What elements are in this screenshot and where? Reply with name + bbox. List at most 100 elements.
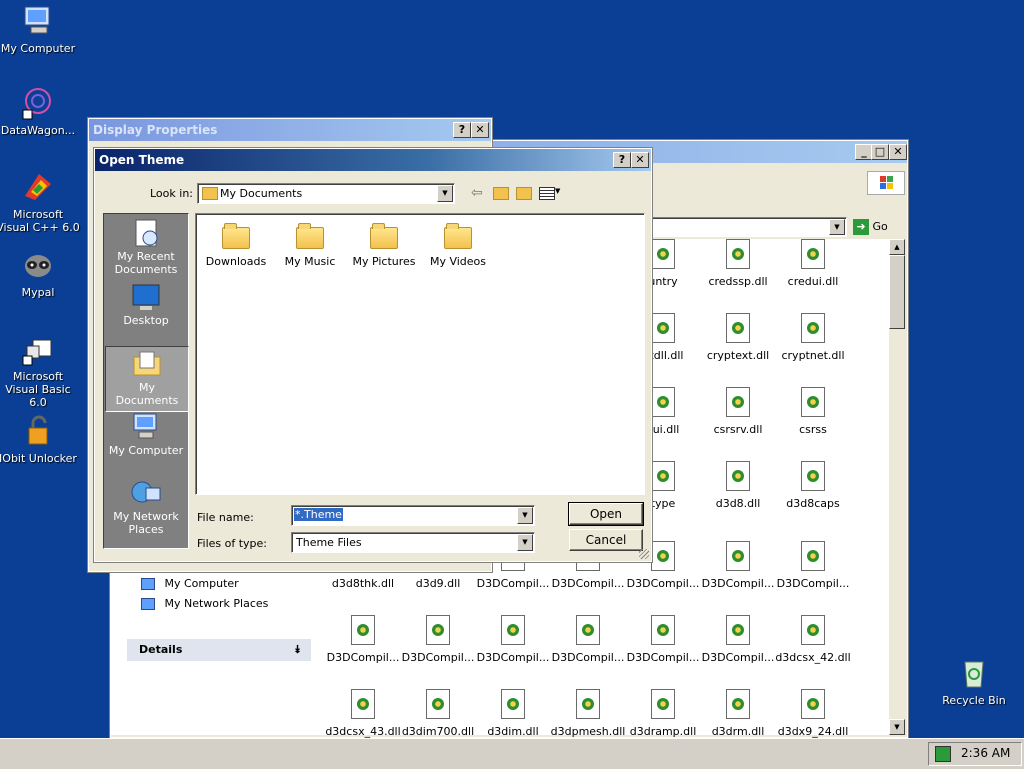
chevron-down-icon[interactable]: ▼ bbox=[517, 507, 533, 524]
explorer-file-item[interactable]: D3DCompil... bbox=[700, 615, 776, 664]
desktop-icon-label: Microsoft Visual C++ 6.0 bbox=[0, 208, 80, 234]
dll-file-icon bbox=[351, 615, 375, 645]
explorer-file-item[interactable]: D3DCompil... bbox=[700, 541, 776, 590]
place-label: My Computer bbox=[108, 444, 184, 457]
folder-label: My Pictures bbox=[352, 255, 416, 268]
desktop-icon-my-computer[interactable]: My Computer bbox=[0, 4, 80, 55]
place-my-network-places[interactable]: My Network Places bbox=[108, 478, 184, 536]
explorer-file-label: D3DCompil... bbox=[701, 651, 775, 664]
dll-file-icon bbox=[801, 689, 825, 719]
explorer-file-label: d3dramp.dll bbox=[629, 725, 697, 738]
explorer-file-item[interactable]: d3dcsx_43.dll bbox=[325, 689, 401, 738]
files-of-type-value: Theme Files bbox=[296, 536, 362, 549]
desktop-icon-datawagon[interactable]: DataWagon... bbox=[0, 86, 80, 137]
resize-grip-icon[interactable] bbox=[639, 549, 649, 559]
chevron-down-icon[interactable]: ▼ bbox=[437, 185, 453, 202]
explorer-file-item[interactable]: d3dramp.dll bbox=[625, 689, 701, 738]
explorer-file-label: D3DCompil... bbox=[551, 577, 625, 590]
explorer-file-label: d3d8.dll bbox=[715, 497, 761, 510]
close-button[interactable]: ✕ bbox=[631, 152, 649, 168]
explorer-file-label: D3DCompil... bbox=[776, 577, 850, 590]
open-button[interactable]: Open bbox=[568, 502, 644, 526]
back-icon[interactable]: ⇦ bbox=[471, 185, 483, 201]
explorer-file-item[interactable]: credssp.dll bbox=[700, 239, 776, 288]
dll-file-icon bbox=[726, 541, 750, 571]
explorer-file-item[interactable]: D3DCompil... bbox=[475, 615, 551, 664]
explorer-file-item[interactable]: credui.dll bbox=[775, 239, 851, 288]
desktop-icon-label: Recycle Bin bbox=[942, 694, 1006, 707]
explorer-file-item[interactable]: d3d8caps bbox=[775, 461, 851, 510]
view-menu-icon[interactable] bbox=[539, 187, 555, 200]
explorer-file-item[interactable]: D3DCompil... bbox=[325, 615, 401, 664]
explorer-file-item[interactable]: D3DCompil... bbox=[625, 615, 701, 664]
dll-file-icon bbox=[576, 689, 600, 719]
chevron-down-icon[interactable]: ▼ bbox=[517, 534, 533, 551]
dll-file-icon bbox=[726, 239, 750, 269]
dll-file-icon bbox=[801, 541, 825, 571]
place-desktop[interactable]: Desktop bbox=[108, 282, 184, 327]
explorer-file-item[interactable]: csrss bbox=[775, 387, 851, 436]
explorer-file-label: D3DCompil... bbox=[626, 577, 700, 590]
raccoon-icon bbox=[21, 248, 55, 282]
folder-icon bbox=[202, 187, 218, 200]
computer-icon bbox=[130, 412, 162, 442]
explorer-file-item[interactable]: D3DCompil... bbox=[400, 615, 476, 664]
place-my-computer[interactable]: My Computer bbox=[108, 412, 184, 457]
cancel-button[interactable]: Cancel bbox=[569, 529, 643, 551]
explorer-file-item[interactable]: d3drm.dll bbox=[700, 689, 776, 738]
place-my-documents[interactable]: My Documents bbox=[105, 346, 189, 412]
display-properties-titlebar: Display Properties bbox=[89, 119, 491, 141]
dll-file-icon bbox=[501, 689, 525, 719]
dll-file-icon bbox=[651, 689, 675, 719]
open-theme-title: Open Theme bbox=[99, 153, 185, 167]
files-of-type-label: Files of type: bbox=[197, 537, 268, 550]
taskbar bbox=[0, 738, 1024, 769]
folder-my-music[interactable]: My Music bbox=[272, 222, 348, 268]
file-name-value: *.Theme bbox=[294, 508, 343, 521]
desktop-icon-visual-basic[interactable]: Microsoft Visual Basic 6.0 bbox=[0, 332, 80, 409]
desktop-icon-iobit-unlocker[interactable]: IObit Unlocker bbox=[0, 414, 80, 465]
help-button[interactable]: ? bbox=[453, 122, 471, 138]
explorer-file-item[interactable]: d3dpmesh.dll bbox=[550, 689, 626, 738]
explorer-file-item[interactable]: d3dcsx_42.dll bbox=[775, 615, 851, 664]
system-tray: 2:36 AM bbox=[928, 742, 1022, 766]
explorer-file-item[interactable]: D3DCompil... bbox=[550, 615, 626, 664]
new-folder-icon[interactable] bbox=[516, 187, 532, 200]
explorer-file-label: D3DCompil... bbox=[626, 651, 700, 664]
explorer-file-item[interactable]: d3d8.dll bbox=[700, 461, 776, 510]
desktop-icon-mypal[interactable]: Mypal bbox=[0, 248, 80, 299]
close-button[interactable]: ✕ bbox=[471, 122, 489, 138]
help-button[interactable]: ? bbox=[613, 152, 631, 168]
open-theme-dialog: Open Theme ? ✕ Look in: My Documents ▼ ⇦… bbox=[93, 147, 653, 563]
place-my-recent-documents[interactable]: My Recent Documents bbox=[108, 218, 184, 276]
folder-downloads[interactable]: Downloads bbox=[198, 222, 274, 268]
chevron-down-icon[interactable]: ▼ bbox=[555, 187, 560, 195]
explorer-file-item[interactable]: cryptnet.dll bbox=[775, 313, 851, 362]
tray-app-icon[interactable] bbox=[935, 746, 951, 762]
desktop-icon-label: Microsoft Visual Basic 6.0 bbox=[5, 370, 71, 409]
network-places-icon bbox=[130, 478, 162, 508]
desktop-icon-label: Mypal bbox=[21, 286, 55, 299]
explorer-file-item[interactable]: d3dx9_24.dll bbox=[775, 689, 851, 738]
music-folder-icon bbox=[296, 223, 324, 249]
videos-folder-icon bbox=[444, 223, 472, 249]
dll-file-icon bbox=[576, 615, 600, 645]
desktop-icon-label: DataWagon... bbox=[0, 124, 76, 137]
folder-my-pictures[interactable]: My Pictures bbox=[346, 222, 422, 268]
unlock-icon bbox=[21, 414, 55, 448]
place-label: My Network Places bbox=[113, 510, 179, 536]
explorer-file-item[interactable]: cryptext.dll bbox=[700, 313, 776, 362]
desktop-icon-visual-cpp[interactable]: Microsoft Visual C++ 6.0 bbox=[0, 170, 80, 234]
desktop-icon-recycle-bin[interactable]: Recycle Bin bbox=[932, 656, 1016, 707]
explorer-file-label: cryptext.dll bbox=[706, 349, 770, 362]
explorer-file-item[interactable]: D3DCompil... bbox=[775, 541, 851, 590]
explorer-file-item[interactable]: d3dim.dll bbox=[475, 689, 551, 738]
files-of-type-select[interactable]: Theme Files ▼ bbox=[291, 532, 535, 553]
explorer-file-item[interactable]: csrsrv.dll bbox=[700, 387, 776, 436]
up-folder-icon[interactable] bbox=[493, 187, 509, 200]
desktop-icon-label: My Computer bbox=[0, 42, 76, 55]
file-name-input[interactable]: *.Theme ▼ bbox=[291, 505, 535, 526]
look-in-select[interactable]: My Documents ▼ bbox=[197, 183, 455, 204]
explorer-file-item[interactable]: d3dim700.dll bbox=[400, 689, 476, 738]
folder-my-videos[interactable]: My Videos bbox=[420, 222, 496, 268]
